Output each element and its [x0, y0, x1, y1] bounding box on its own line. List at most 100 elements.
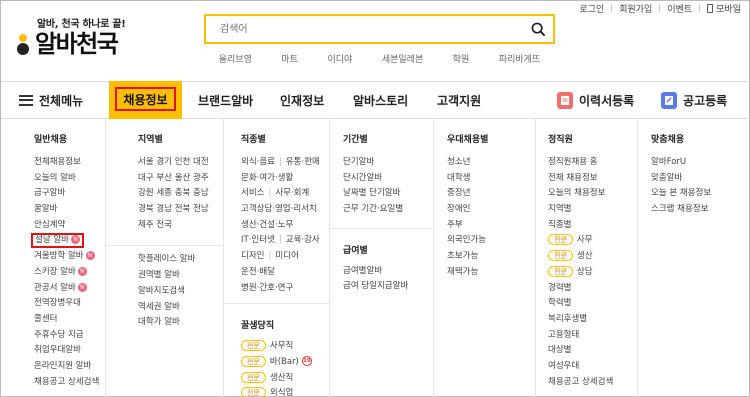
- nav-tab-story[interactable]: 알바스토리: [353, 82, 408, 118]
- menu-link[interactable]: 설날 알바 N: [31, 233, 105, 249]
- menu-link[interactable]: 급구알바: [34, 186, 105, 202]
- menu-link[interactable]: 관공서 알바 N: [34, 281, 105, 297]
- search-input[interactable]: [206, 16, 523, 42]
- job-link[interactable]: 병원·간호·연구: [241, 283, 293, 293]
- menu-link[interactable]: 역세권 알바: [138, 300, 223, 316]
- region-link[interactable]: 서울: [138, 157, 154, 167]
- region-link[interactable]: 전국: [156, 220, 172, 230]
- menu-link[interactable]: 전체 채용정보: [548, 171, 637, 187]
- menu-link[interactable]: 온라인지원 알바: [34, 359, 105, 375]
- menu-link[interactable]: 재택가능: [447, 265, 535, 281]
- menu-link[interactable]: 겨울방학 알바 N: [34, 249, 105, 265]
- menu-link[interactable]: 전체채용정보: [34, 155, 105, 171]
- menu-link[interactable]: 장애인: [447, 202, 535, 218]
- job-link[interactable]: 유통·판매: [286, 157, 320, 167]
- menu-link[interactable]: 스키장 알바 N: [34, 265, 105, 281]
- job-link[interactable]: 외식·음료: [241, 157, 275, 167]
- job-link[interactable]: 생산·건설·노무: [241, 220, 293, 230]
- menu-link[interactable]: 근무 기간·요일별: [343, 202, 433, 218]
- region-link[interactable]: 충남: [193, 188, 209, 198]
- menu-link[interactable]: 경력별: [548, 281, 637, 297]
- menu-link[interactable]: 전문 사무직: [241, 339, 329, 355]
- job-link[interactable]: 사무·회계: [275, 188, 309, 198]
- region-link[interactable]: 대전: [193, 157, 209, 167]
- menu-link[interactable]: 대학가 알바: [138, 315, 223, 331]
- menu-link[interactable]: 안심계약: [34, 218, 105, 234]
- region-link[interactable]: 세종: [156, 188, 172, 198]
- job-link[interactable]: 서비스: [241, 188, 264, 198]
- menu-link[interactable]: 오늘의 알바: [34, 171, 105, 187]
- keyword-link[interactable]: 세븐일레븐: [382, 52, 423, 65]
- event-link[interactable]: 이벤트: [667, 2, 692, 15]
- menu-link[interactable]: 단기알바: [343, 155, 433, 171]
- menu-link[interactable]: 주휴수당 지급: [34, 328, 105, 344]
- menu-link[interactable]: 주부: [447, 218, 535, 234]
- menu-link[interactable]: 학력별: [548, 296, 637, 312]
- job-link[interactable]: 문화·여가·생활: [241, 173, 293, 183]
- region-link[interactable]: 전북: [175, 204, 191, 214]
- menu-link[interactable]: 전문 바(Bar) 19: [241, 355, 329, 371]
- region-link[interactable]: 부산: [156, 173, 172, 183]
- keyword-link[interactable]: 이디야: [327, 52, 352, 65]
- menu-link[interactable]: 핫플레이스 알바: [138, 252, 223, 268]
- login-link[interactable]: 로그인: [579, 2, 604, 15]
- region-link[interactable]: 광주: [193, 173, 209, 183]
- mobile-link[interactable]: 모바일: [707, 2, 741, 15]
- menu-link[interactable]: 정직원채용 홈: [548, 155, 637, 171]
- region-link[interactable]: 전남: [193, 204, 209, 214]
- menu-link[interactable]: 취업우대알바: [34, 343, 105, 359]
- region-link[interactable]: 울산: [175, 173, 191, 183]
- menu-link[interactable]: 알바ForU: [651, 155, 750, 171]
- all-menu-button[interactable]: 전체메뉴: [19, 82, 83, 118]
- menu-link[interactable]: 중장년: [447, 186, 535, 202]
- region-link[interactable]: 경북: [138, 204, 154, 214]
- job-link[interactable]: 고객상담·영업·리서치: [241, 204, 317, 214]
- region-link[interactable]: 인천: [175, 157, 191, 167]
- region-link[interactable]: 강원: [138, 188, 154, 198]
- menu-link[interactable]: 고용형태: [548, 328, 637, 344]
- job-link[interactable]: 운전·배달: [241, 267, 275, 277]
- menu-link[interactable]: 전문 외식업: [241, 386, 329, 397]
- keyword-link[interactable]: 마트: [281, 52, 298, 65]
- job-link[interactable]: 디자인: [241, 251, 264, 261]
- menu-link[interactable]: 직종별: [548, 218, 637, 234]
- nav-tab-brand[interactable]: 브랜드알바: [198, 82, 253, 118]
- keyword-link[interactable]: 학원: [453, 52, 470, 65]
- nav-tab-support[interactable]: 고객지원: [437, 82, 481, 118]
- menu-link[interactable]: 지역별: [548, 202, 637, 218]
- region-link[interactable]: 대구: [138, 173, 154, 183]
- nav-tab-talent[interactable]: 인재정보: [280, 82, 324, 118]
- search-button[interactable]: [523, 16, 553, 42]
- menu-link[interactable]: 콜센터: [34, 312, 105, 328]
- menu-link[interactable]: 전문 사무: [548, 233, 637, 249]
- menu-link[interactable]: 전문 생산: [548, 249, 637, 265]
- ad-register-button[interactable]: 공고등록: [661, 82, 727, 118]
- menu-link[interactable]: 오늘 본 채용정보: [651, 186, 750, 202]
- job-link[interactable]: IT·인터넷: [241, 235, 275, 245]
- menu-link[interactable]: 날짜별 단기알바: [343, 186, 433, 202]
- job-link[interactable]: 미디어: [275, 251, 298, 261]
- menu-link[interactable]: 권역별 알바: [138, 268, 223, 284]
- menu-link[interactable]: 전문 상담: [548, 265, 637, 281]
- menu-link[interactable]: 급여별알바: [343, 264, 433, 280]
- nav-tab-jobs[interactable]: 채용정보: [109, 81, 182, 119]
- menu-link[interactable]: 스크랩 채용정보: [651, 202, 750, 218]
- keyword-link[interactable]: 파리바게뜨: [499, 52, 540, 65]
- menu-link[interactable]: 맞춤알바: [651, 171, 750, 187]
- menu-link[interactable]: 여성우대: [548, 359, 637, 375]
- region-link[interactable]: 충북: [175, 188, 191, 198]
- keyword-link[interactable]: 올리브영: [219, 52, 252, 65]
- menu-link[interactable]: 대학생: [447, 171, 535, 187]
- resume-register-button[interactable]: 이력서등록: [557, 82, 634, 118]
- menu-link[interactable]: 전문 생산직: [241, 371, 329, 387]
- menu-link[interactable]: 초보가능: [447, 249, 535, 265]
- region-link[interactable]: 제주: [138, 220, 154, 230]
- menu-link[interactable]: 꿀알바: [34, 202, 105, 218]
- menu-link[interactable]: 채용공고 상세검색: [34, 375, 105, 391]
- menu-link[interactable]: 대상별: [548, 343, 637, 359]
- region-link[interactable]: 경기: [156, 157, 172, 167]
- menu-link[interactable]: 채용공고 상세검색: [548, 375, 637, 391]
- menu-link[interactable]: 외국인가능: [447, 233, 535, 249]
- menu-link[interactable]: 청소년: [447, 155, 535, 171]
- job-link[interactable]: 교육·강사: [286, 235, 320, 245]
